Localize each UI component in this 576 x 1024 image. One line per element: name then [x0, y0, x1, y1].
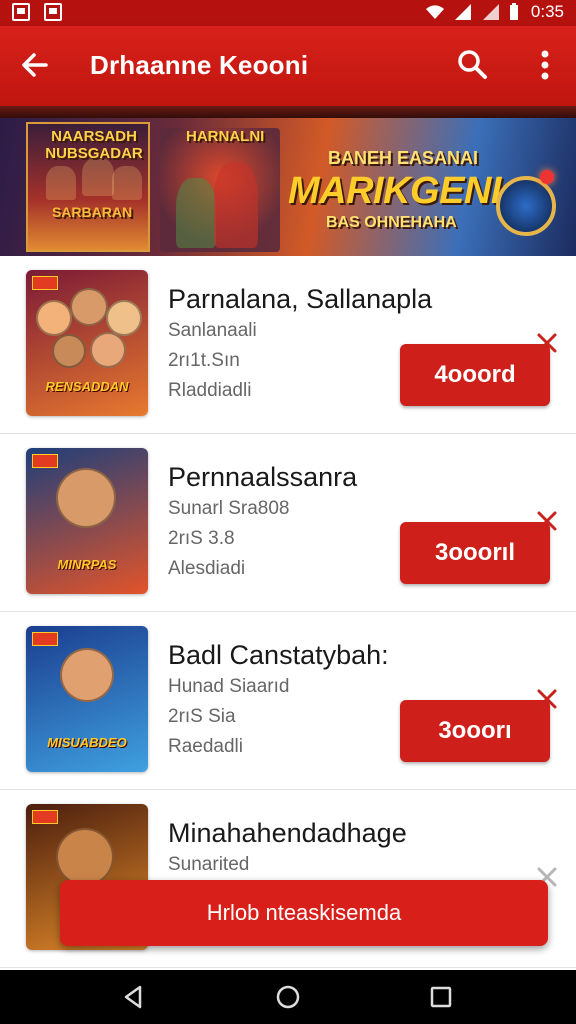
triangle-back-icon[interactable]: [120, 984, 146, 1010]
item-detail: 2rıS 3.8: [168, 528, 235, 549]
item-name: Pernnaalssanra: [168, 462, 358, 492]
close-icon[interactable]: [536, 688, 558, 710]
character-face: [56, 828, 114, 886]
item-detail: 2rı1t.Sın: [168, 350, 240, 371]
bottom-action-banner[interactable]: Hrlob nteaskisemda: [60, 880, 548, 946]
item-subtitle: Sanlanaali: [168, 320, 257, 341]
thumbnail-tag: [32, 454, 58, 468]
emblem-icon: [496, 176, 556, 236]
status-right: 0:35: [425, 2, 564, 22]
item-subtitle: Hunad Siaarıd: [168, 676, 290, 697]
banner-character: [112, 166, 142, 200]
character-face: [106, 300, 142, 336]
character-face: [60, 648, 114, 702]
status-bar: 0:35: [0, 0, 576, 26]
item-subtitle: Sunarited: [168, 854, 250, 875]
thumbnail-tag: [32, 632, 58, 646]
item-meta: Raedadli: [168, 736, 243, 757]
photo-notification-icon: [44, 3, 62, 21]
banner-hero: [214, 162, 258, 248]
banner-headline-bottom: BAS OHNEHAHA: [326, 214, 457, 231]
item-meta: Alesdiadi: [168, 558, 246, 579]
item-detail: 2rıS Sia: [168, 706, 236, 727]
character-face: [56, 468, 116, 528]
app-bar: Drhaanne Keooni: [0, 26, 576, 106]
battery-icon: [509, 3, 518, 20]
character-face: [36, 300, 72, 336]
square-recent-icon[interactable]: [428, 984, 454, 1010]
item-name: Minahahendadhage: [168, 818, 407, 848]
thumbnail-title: MISUABDEO: [47, 735, 127, 750]
item-name: Parnalana, Sallanapla: [168, 284, 433, 314]
banner-text-bottom-left: SARBARAN: [51, 204, 133, 220]
thumbnail-title: RENSADDAN: [45, 379, 129, 394]
more-vert-icon[interactable]: [530, 48, 560, 82]
bottom-action-label: Hrlob nteaskisemda: [206, 900, 402, 925]
status-clock: 0:35: [530, 2, 564, 21]
character-face: [52, 334, 86, 368]
signal-icon: [454, 4, 471, 20]
banner-character: [82, 158, 114, 196]
circle-home-icon[interactable]: [275, 984, 301, 1010]
item-action-button[interactable]: 3ooorıl: [400, 522, 550, 584]
image-notification-icon: [12, 3, 30, 21]
game-thumbnail[interactable]: MISUABDEO: [26, 626, 148, 772]
close-icon[interactable]: [536, 510, 558, 532]
item-action-button[interactable]: 3ooorı: [400, 700, 550, 762]
banner-character: [46, 166, 76, 200]
list-item[interactable]: RENSADDAN Parnalana, Sallanapla Sanlanaali…: [0, 256, 576, 434]
banner-headline-top: BANEH EASANAI: [328, 148, 479, 168]
search-icon[interactable]: [456, 48, 488, 80]
character-face: [70, 288, 108, 326]
app-screen: 0:35 Drhaanne Keooni NAARSADH NUBSGADAR …: [0, 0, 576, 1024]
item-meta: Rladdiadli: [168, 380, 252, 401]
signal-icon-secondary: [482, 4, 499, 20]
arrow-left-icon[interactable]: [18, 48, 52, 82]
banner-headline: MARIKGENI: [288, 170, 501, 212]
item-name: Badl Canstatybah:: [168, 640, 389, 670]
status-notification-icons: [12, 3, 62, 21]
thumbnail-tag: [32, 810, 58, 824]
banner-text-mid: HARNALNI: [186, 128, 265, 145]
banner-text-top-left: NAARSADH NUBSGADAR: [45, 128, 143, 162]
close-icon[interactable]: [536, 332, 558, 354]
thumbnail-tag: [32, 276, 58, 290]
promo-banner[interactable]: NAARSADH NUBSGADAR SARBARAN HARNALNI BAN…: [0, 118, 576, 256]
fuse-spark-icon: [540, 170, 554, 184]
game-thumbnail[interactable]: MINRPAS: [26, 448, 148, 594]
page-title: Drhaanne Keooni: [90, 50, 309, 80]
wifi-icon: [425, 5, 444, 20]
list-item[interactable]: MINRPAS Pernnaalssanra Sunarl Sra808 2rıS 3…: [0, 434, 576, 612]
item-action-button[interactable]: 4ooord: [400, 344, 550, 406]
list-item[interactable]: MISUABDEO Badl Canstatybah: Hunad Siaarıd 2…: [0, 612, 576, 790]
system-nav-bar: [0, 970, 576, 1024]
thumbnail-title: MINRPAS: [57, 557, 117, 572]
banner-soldier: [176, 178, 216, 248]
game-thumbnail[interactable]: RENSADDAN: [26, 270, 148, 416]
item-subtitle: Sunarl Sra808: [168, 498, 290, 519]
character-face: [90, 332, 126, 368]
